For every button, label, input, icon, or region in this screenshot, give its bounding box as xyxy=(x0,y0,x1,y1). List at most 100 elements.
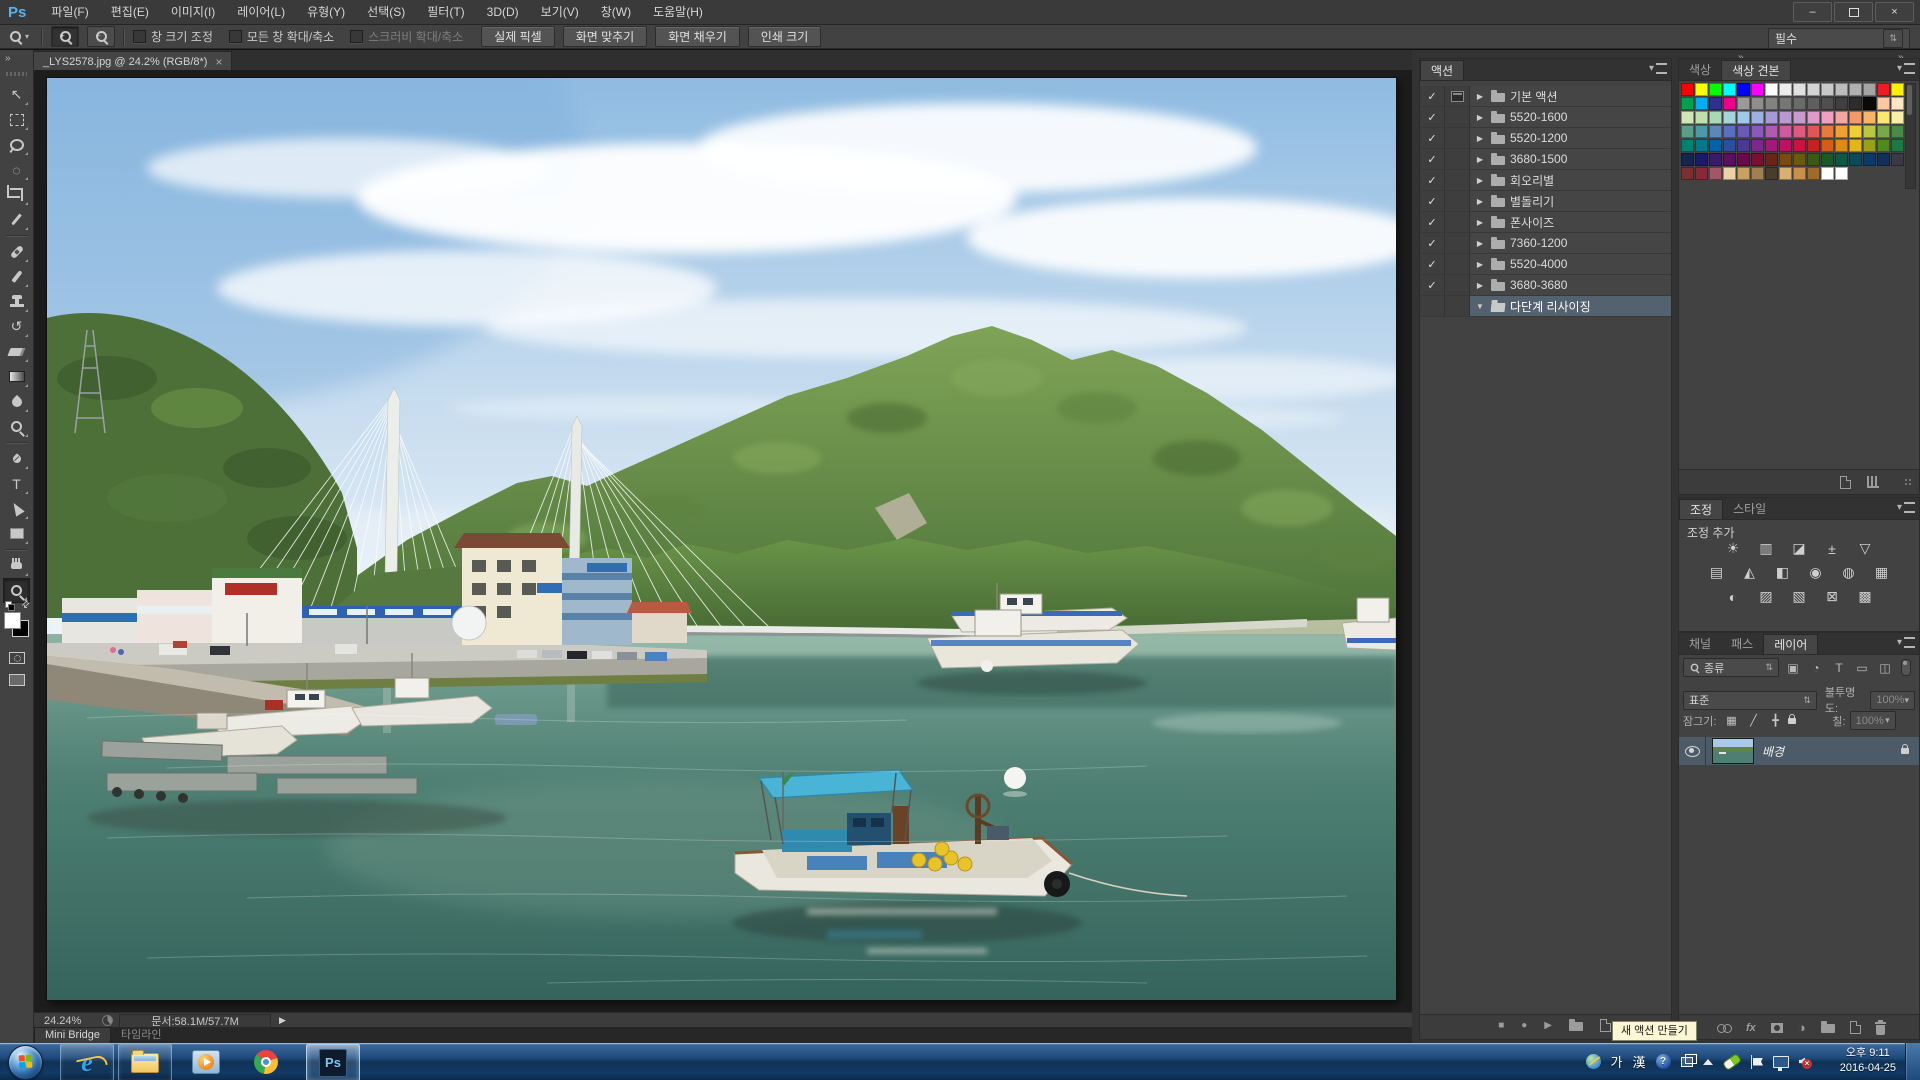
layer-visibility-toggle[interactable] xyxy=(1679,737,1706,765)
color-swatch[interactable] xyxy=(1821,139,1834,152)
hue-saturation-icon[interactable]: ▤ xyxy=(1707,564,1727,581)
lock-pixels-icon[interactable]: ╱ xyxy=(1744,713,1762,729)
action-dialog-toggle[interactable] xyxy=(1445,233,1470,253)
action-check-toggle[interactable]: ✓ xyxy=(1420,107,1445,127)
color-swatch[interactable] xyxy=(1821,97,1834,110)
color-swatch[interactable] xyxy=(1779,153,1792,166)
action-item[interactable]: ✓▶5520-1200 xyxy=(1420,128,1671,149)
swatches-panel-menu-icon[interactable]: ▾ xyxy=(1897,63,1915,74)
action-item-main[interactable]: ▶3680-1500 xyxy=(1470,149,1671,169)
type-tool[interactable]: T xyxy=(3,471,30,496)
gradient-map-icon[interactable]: ⊠ xyxy=(1822,588,1842,605)
lock-all-icon[interactable] xyxy=(1788,713,1806,729)
color-swatch[interactable] xyxy=(1863,167,1876,180)
color-swatch[interactable] xyxy=(1751,153,1764,166)
color-swatch[interactable] xyxy=(1709,153,1722,166)
clone-stamp-tool[interactable] xyxy=(3,289,30,314)
eraser-tool[interactable] xyxy=(3,339,30,364)
color-swatch[interactable] xyxy=(1681,97,1694,110)
color-swatch[interactable] xyxy=(1821,125,1834,138)
action-item[interactable]: ✓▶회오리별 xyxy=(1420,170,1671,191)
tab-패스[interactable]: 패스 xyxy=(1721,634,1763,654)
bottom-tab-타임라인[interactable]: 타임라인 xyxy=(111,1028,171,1043)
action-item[interactable]: ✓▶기본 액션 xyxy=(1420,86,1671,107)
levels-icon[interactable]: ▥ xyxy=(1756,540,1776,557)
invert-icon[interactable]: ◐ xyxy=(1723,588,1743,605)
color-swatch[interactable] xyxy=(1807,125,1820,138)
color-swatch[interactable] xyxy=(1793,153,1806,166)
color-swatch[interactable] xyxy=(1821,111,1834,124)
color-swatch[interactable] xyxy=(1807,167,1820,180)
taskbar-photoshop[interactable]: Ps xyxy=(306,1044,360,1080)
menu-item[interactable]: 도움말(H) xyxy=(642,0,714,24)
taskbar-windows-explorer[interactable] xyxy=(118,1044,172,1080)
stop-playing-icon[interactable]: ■ xyxy=(1498,1020,1504,1031)
color-swatch[interactable] xyxy=(1863,97,1876,110)
zoom-level-field[interactable]: 24.24% xyxy=(44,1015,96,1027)
brush-tool[interactable] xyxy=(3,264,30,289)
action-check-toggle[interactable]: ✓ xyxy=(1420,170,1445,190)
color-swatch[interactable] xyxy=(1891,139,1904,152)
color-swatch[interactable] xyxy=(1709,97,1722,110)
action-check-toggle[interactable]: ✓ xyxy=(1420,233,1445,253)
expand-icon[interactable]: ▶ xyxy=(1474,113,1486,122)
new-group-icon[interactable] xyxy=(1821,1024,1835,1033)
color-swatch[interactable] xyxy=(1751,139,1764,152)
taskbar-chrome[interactable] xyxy=(244,1044,288,1079)
healing-brush-tool[interactable] xyxy=(3,239,30,264)
color-swatch[interactable] xyxy=(1821,167,1834,180)
gradient-tool[interactable] xyxy=(3,364,30,389)
color-swatch[interactable] xyxy=(1793,167,1806,180)
color-swatch[interactable] xyxy=(1681,83,1694,96)
color-swatch[interactable] xyxy=(1877,139,1890,152)
posterize-icon[interactable]: ▨ xyxy=(1756,588,1776,605)
start-button[interactable] xyxy=(8,1045,43,1080)
foreground-color-swatch[interactable] xyxy=(4,612,21,629)
action-item-main[interactable]: ▶기본 액션 xyxy=(1470,86,1671,106)
color-swatch[interactable] xyxy=(1849,125,1862,138)
color-swatch[interactable] xyxy=(1681,111,1694,124)
color-swatch[interactable] xyxy=(1793,97,1806,110)
new-action-set-icon[interactable] xyxy=(1569,1022,1583,1031)
crop-tool[interactable] xyxy=(3,182,30,207)
status-arrow-icon[interactable]: ▶ xyxy=(279,1015,286,1026)
color-swatch[interactable] xyxy=(1751,97,1764,110)
color-swatch[interactable] xyxy=(1723,83,1736,96)
color-swatch[interactable] xyxy=(1849,153,1862,166)
ime-korean-indicator[interactable]: 가 xyxy=(1611,1052,1623,1071)
restore-button[interactable] xyxy=(1834,2,1873,22)
color-swatch[interactable] xyxy=(1807,83,1820,96)
color-swatch[interactable] xyxy=(1793,83,1806,96)
pen-tool[interactable] xyxy=(3,446,30,471)
color-swatch[interactable] xyxy=(1877,97,1890,110)
action-dialog-toggle[interactable] xyxy=(1445,128,1470,148)
color-swatch[interactable] xyxy=(1891,97,1904,110)
black-white-icon[interactable]: ◧ xyxy=(1773,564,1793,581)
color-swatch[interactable] xyxy=(1779,83,1792,96)
color-swatch[interactable] xyxy=(1877,111,1890,124)
collapse-tools-icon[interactable]: » xyxy=(5,53,10,64)
color-swatch[interactable] xyxy=(1695,111,1708,124)
expand-icon[interactable]: ▶ xyxy=(1474,197,1486,206)
action-item-main[interactable]: ▶7360-1200 xyxy=(1470,233,1671,253)
zoom-out-button[interactable]: – xyxy=(87,26,115,47)
collapse-icon[interactable]: ▼ xyxy=(1474,302,1486,311)
taskbar-internet-explorer[interactable]: e xyxy=(60,1044,114,1080)
antivirus-tray-icon[interactable] xyxy=(1721,1052,1741,1071)
tab-close-icon[interactable]: × xyxy=(215,55,222,69)
menu-item[interactable]: 선택(S) xyxy=(356,0,416,24)
action-item-main[interactable]: ▶5520-1600 xyxy=(1470,107,1671,127)
color-swatch[interactable] xyxy=(1807,153,1820,166)
color-swatch[interactable] xyxy=(1751,111,1764,124)
color-swatch[interactable] xyxy=(1835,125,1848,138)
marquee-tool[interactable] xyxy=(3,107,30,132)
layer-style-icon[interactable]: fx xyxy=(1746,1022,1756,1034)
color-swatch[interactable] xyxy=(1695,167,1708,180)
new-action-icon[interactable] xyxy=(1600,1019,1611,1032)
menu-item[interactable]: 3D(D) xyxy=(476,0,530,24)
action-item[interactable]: ✓ ▶7360-1200 xyxy=(1420,233,1671,254)
taskbar-media-player[interactable] xyxy=(184,1044,228,1079)
option-checkbox[interactable]: 스크러비 확대/축소 xyxy=(350,28,463,45)
action-item-main[interactable]: ▼다단계 리사이징 xyxy=(1470,296,1671,316)
history-brush-tool[interactable]: ↺ xyxy=(3,314,30,339)
